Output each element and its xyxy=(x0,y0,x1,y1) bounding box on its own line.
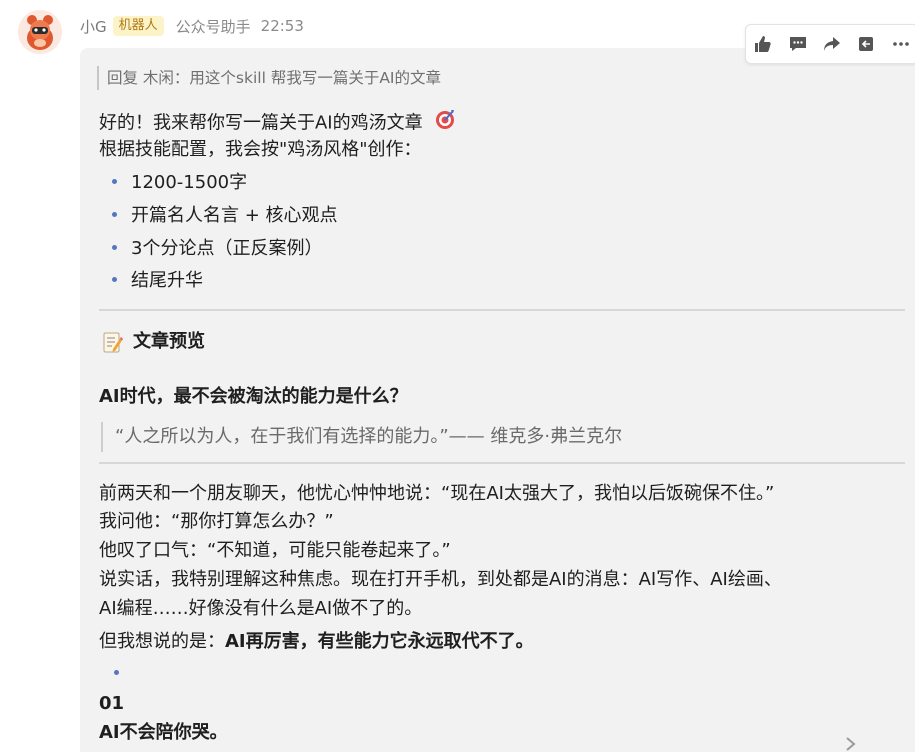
avatar[interactable] xyxy=(18,10,62,54)
target-icon xyxy=(434,108,456,139)
more-icon[interactable] xyxy=(888,31,914,57)
divider xyxy=(99,309,905,311)
bullet-dot xyxy=(112,211,117,217)
reply-quote[interactable]: 回复 木闲：用这个skill 帮我写一篇关于AI的文章 xyxy=(97,66,441,90)
divider xyxy=(99,462,905,464)
article-quote: “人之所以为人，在于我们有选择的能力。”—— 维克多·弗兰克尔 xyxy=(101,422,622,452)
message-action-toolbar xyxy=(745,24,915,64)
section-title: 文章预览 xyxy=(103,328,205,356)
intro-text: 好的！我来帮你写一篇关于AI的鸡汤文章 xyxy=(99,112,423,134)
paragraph-line: 前两天和一个朋友聊天，他忧心忡忡地说：“现在AI太强大了，我怕以后饭碗保不住。” xyxy=(99,483,775,504)
list-item-text: 结尾升华 xyxy=(131,270,203,291)
message-time: 22:53 xyxy=(260,17,304,35)
chevron-right-icon[interactable] xyxy=(842,735,860,753)
bullet-dot xyxy=(114,670,119,675)
list-item: 开篇名人名言 + 核心观点 xyxy=(112,202,338,230)
bullet-dot xyxy=(112,178,117,184)
memo-icon xyxy=(103,332,123,353)
intro-line: 好的！我来帮你写一篇关于AI的鸡汤文章 xyxy=(99,108,456,139)
comment-icon[interactable] xyxy=(785,31,811,57)
list-item-text: 开篇名人名言 + 核心观点 xyxy=(131,205,338,226)
forward-icon[interactable] xyxy=(819,31,845,57)
list-item: 1200-1500字 xyxy=(112,169,247,197)
point-title: AI不会陪你哭。 xyxy=(99,722,228,743)
message-source: 公众号助手 xyxy=(175,17,251,36)
emphasis-prefix: 但我想说的是： xyxy=(99,631,225,652)
thumbs-up-icon[interactable] xyxy=(750,31,776,57)
bullet-dot xyxy=(112,276,117,282)
bot-badge: 机器人 xyxy=(112,16,164,36)
list-item: 结尾升华 xyxy=(112,267,203,295)
bullet-dot xyxy=(112,244,117,250)
config-line: 根据技能配置，我会按"鸡汤风格"创作： xyxy=(99,139,422,160)
collapse-icon[interactable] xyxy=(853,31,879,57)
message-header: 小G 机器人 公众号助手 22:53 xyxy=(80,14,304,38)
paragraph-line: 我问他：“那你打算怎么办？” xyxy=(99,511,334,532)
emphasis-bold: AI再厉害，有些能力它永远取代不了。 xyxy=(225,631,534,652)
paragraph-line: AI编程……好像没有什么是AI做不了的。 xyxy=(99,598,423,619)
paragraph-line: 说实话，我特别理解这种焦虑。现在打开手机，到处都是AI的消息：AI写作、AI绘画… xyxy=(99,569,782,590)
article-title: AI时代，最不会被淘汰的能力是什么？ xyxy=(99,386,408,407)
list-item-text: 1200-1500字 xyxy=(131,172,248,193)
paragraph-line: 他叹了口气：“不知道，可能只能卷起来了。” xyxy=(99,540,451,561)
point-number: 01 xyxy=(99,693,125,714)
sender-name[interactable]: 小G xyxy=(80,16,107,37)
list-item: 3个分论点（正反案例） xyxy=(112,235,322,263)
paragraph-line-emphasis: 但我想说的是：AI再厉害，有些能力它永远取代不了。 xyxy=(99,628,534,656)
bot-avatar-icon xyxy=(18,10,62,54)
section-title-text: 文章预览 xyxy=(133,331,205,352)
list-item-text: 3个分论点（正反案例） xyxy=(131,238,323,259)
